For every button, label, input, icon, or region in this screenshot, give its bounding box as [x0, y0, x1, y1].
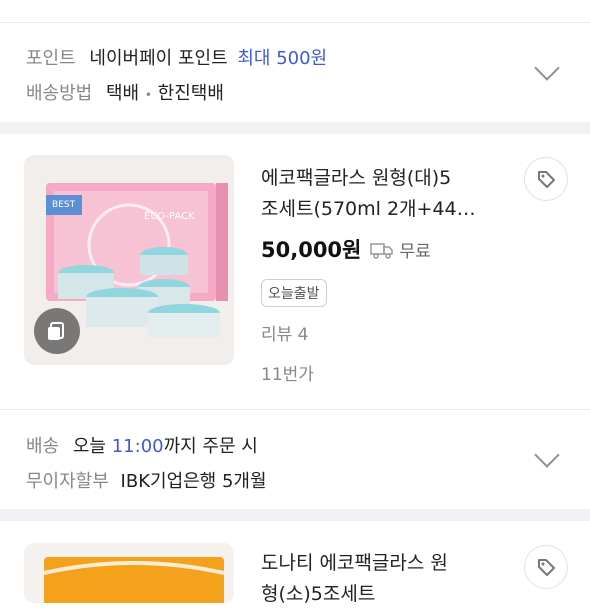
points-label: 포인트 [26, 48, 76, 69]
wishlist-button[interactable] [524, 157, 568, 201]
product1-divider [0, 409, 590, 410]
delivery-label: 배송 [26, 436, 60, 457]
shipping-company: 한진택배 [157, 83, 224, 104]
product-title[interactable]: 에코팩글라스 원형(대)5 조세트(570ml 2개+44… [261, 163, 521, 225]
product2-thumbnail[interactable] [24, 543, 234, 603]
points-row: 포인트 네이버페이 포인트 최대 500원 [26, 44, 327, 70]
installment-row: 무이자할부 IBK기업은행 5개월 [26, 467, 267, 493]
chevron-down-icon[interactable] [534, 442, 560, 468]
thumb-brand-text: ECO-PACK [144, 211, 195, 222]
shipping-separator: • [144, 88, 152, 102]
delivery-row: 배송 오늘 11:00까지 주문 시 [26, 432, 258, 458]
review-count[interactable]: 리뷰 4 [261, 320, 309, 345]
points-text: 네이버페이 포인트 [89, 48, 228, 69]
section-separator [0, 509, 590, 521]
section-separator [0, 122, 590, 134]
installment-text: IBK기업은행 5개월 [120, 471, 267, 492]
delivery-time: 11:00 [111, 436, 164, 457]
shipping-method: 택배 [105, 83, 140, 104]
truck-icon [370, 243, 394, 259]
product-thumbnail[interactable]: ECO-PACK BEST [24, 155, 234, 365]
seller-name[interactable]: 11번가 [261, 360, 314, 385]
delivery-today: 오늘 [72, 436, 106, 457]
chevron-down-icon[interactable] [534, 55, 560, 81]
today-ship-badge: 오늘출발 [261, 279, 327, 307]
shipping-fee: 무료 [399, 242, 431, 262]
product-title-line1: 에코팩글라스 원형(대)5 [261, 167, 452, 189]
product2-image [43, 557, 225, 603]
product2-title-line2: 형(소)5조세트 [261, 583, 376, 605]
wishlist-button[interactable] [524, 545, 568, 589]
points-highlight: 최대 500원 [237, 48, 328, 69]
product-price: 50,000원 [261, 238, 362, 262]
copy-icon [48, 322, 64, 340]
top-divider [0, 22, 590, 23]
wishlist-tag-icon [538, 171, 555, 188]
wishlist-tag-icon [538, 559, 555, 576]
copy-button[interactable] [34, 308, 80, 354]
price-row: 50,000원 무료 [261, 234, 431, 264]
product-title-line2: 조세트(570ml 2개+44… [261, 198, 476, 220]
product2-title[interactable]: 도나티 에코팩글라스 원 형(소)5조세트 [261, 548, 521, 610]
product2-title-line1: 도나티 에코팩글라스 원 [261, 552, 448, 574]
delivery-rest: 까지 주문 시 [163, 436, 258, 457]
thumb-tag-text: BEST [52, 200, 76, 210]
installment-label: 무이자할부 [26, 471, 109, 492]
shipping-row: 배송방법 택배 • 한진택배 [26, 79, 224, 105]
shipping-label: 배송방법 [26, 83, 93, 104]
